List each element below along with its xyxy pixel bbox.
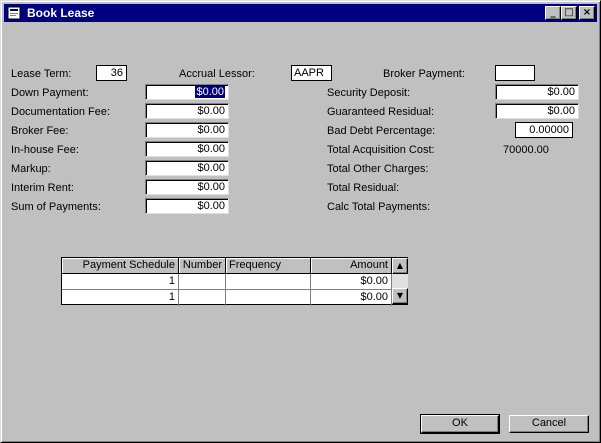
total-residual-label: Total Residual: — [327, 182, 400, 194]
book-lease-window: Book Lease _ □ × Lease Term: 36 Accrual … — [0, 0, 601, 443]
interim-rent-label: Interim Rent: — [11, 182, 74, 194]
table-cell[interactable]: 1 — [62, 274, 179, 290]
table-cell[interactable] — [226, 274, 311, 290]
broker-payment-label: Broker Payment: — [383, 68, 465, 80]
accrual-lessor-label: Accrual Lessor: — [179, 68, 255, 80]
in-house-fee-label: In-house Fee: — [11, 144, 79, 156]
security-deposit-input[interactable]: $0.00 — [495, 84, 579, 100]
maximize-button[interactable]: □ — [561, 6, 577, 20]
cancel-button[interactable]: Cancel — [509, 415, 589, 433]
title-bar[interactable]: Book Lease _ □ × — [4, 4, 597, 22]
scroll-down-button[interactable]: ▼ — [392, 288, 408, 304]
payment-schedule-grid[interactable]: Payment Schedule Number Frequency Amount… — [61, 257, 408, 306]
column-header-payment-schedule[interactable]: Payment Schedule — [62, 258, 179, 274]
sum-of-payments-input[interactable]: $0.00 — [145, 198, 229, 214]
arrow-up-icon: ▲ — [396, 261, 404, 270]
maximize-icon: □ — [564, 7, 574, 18]
column-header-frequency[interactable]: Frequency — [226, 258, 311, 274]
close-icon: × — [582, 7, 592, 18]
markup-input[interactable]: $0.00 — [145, 160, 229, 176]
total-acquisition-cost-value: 70000.00 — [503, 144, 549, 156]
documentation-fee-input[interactable]: $0.00 — [145, 103, 229, 119]
ok-button[interactable]: OK — [420, 414, 500, 434]
table-cell[interactable] — [179, 290, 226, 306]
documentation-fee-label: Documentation Fee: — [11, 106, 111, 118]
broker-payment-input[interactable] — [495, 65, 535, 81]
table-cell[interactable] — [226, 290, 311, 306]
table-cell[interactable]: $0.00 — [311, 274, 392, 290]
markup-label: Markup: — [11, 163, 51, 175]
bad-debt-percentage-label: Bad Debt Percentage: — [327, 125, 436, 137]
close-button[interactable]: × — [579, 6, 595, 20]
guaranteed-residual-input[interactable]: $0.00 — [495, 103, 579, 119]
column-header-amount[interactable]: Amount — [311, 258, 392, 274]
calc-total-payments-label: Calc Total Payments: — [327, 201, 431, 213]
app-icon — [7, 6, 21, 20]
lease-term-label: Lease Term: — [11, 68, 72, 80]
sum-of-payments-label: Sum of Payments: — [11, 201, 101, 213]
lease-term-input[interactable]: 36 — [96, 65, 127, 81]
bad-debt-percentage-input[interactable]: 0.00000 — [515, 122, 573, 138]
in-house-fee-input[interactable]: $0.00 — [145, 141, 229, 157]
interim-rent-input[interactable]: $0.00 — [145, 179, 229, 195]
accrual-lessor-input[interactable]: AAPR — [291, 65, 332, 81]
down-payment-input[interactable]: $0.00 — [145, 84, 229, 100]
minimize-icon: _ — [550, 7, 556, 18]
arrow-down-icon: ▼ — [396, 291, 404, 300]
down-payment-label: Down Payment: — [11, 87, 89, 99]
scroll-up-button[interactable]: ▲ — [392, 258, 408, 274]
column-header-number[interactable]: Number — [179, 258, 226, 274]
total-other-charges-label: Total Other Charges: — [327, 163, 429, 175]
security-deposit-label: Security Deposit: — [327, 87, 411, 99]
guaranteed-residual-label: Guaranteed Residual: — [327, 106, 435, 118]
minimize-button[interactable]: _ — [545, 6, 561, 20]
table-cell[interactable] — [179, 274, 226, 290]
broker-fee-input[interactable]: $0.00 — [145, 122, 229, 138]
table-cell[interactable]: $0.00 — [311, 290, 392, 306]
window-title: Book Lease — [27, 6, 95, 20]
table-cell[interactable]: 1 — [62, 290, 179, 306]
broker-fee-label: Broker Fee: — [11, 125, 69, 137]
down-payment-value: $0.00 — [195, 86, 225, 98]
total-acquisition-cost-label: Total Acquisition Cost: — [327, 144, 435, 156]
